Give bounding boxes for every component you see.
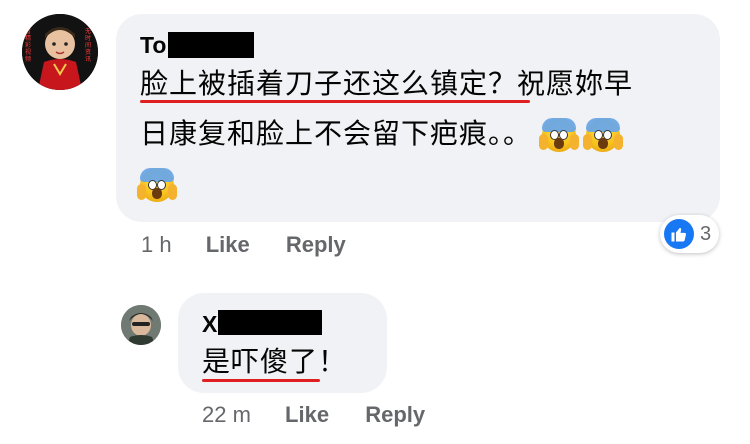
redaction-bar (218, 310, 322, 335)
comment-bubble: To 脸上被插着刀子还这么镇定？祝愿妳早 日康复和脸上不会留下疤痕。。 (116, 14, 720, 222)
reaction-count: 3 (700, 222, 712, 245)
comment-timestamp[interactable]: 1 h (141, 232, 172, 257)
avatar-banner-left: 看精彩视频 (25, 28, 32, 63)
comment-text-underlined: 脸上被插着刀子还这么镇定 (140, 67, 489, 100)
comment-text-line2: 日康复和脸上不会留下疤痕。。 (140, 117, 533, 150)
reply-text-rest: ！ (318, 345, 348, 378)
red-underline-annotation (202, 379, 320, 382)
like-button[interactable]: Like (285, 402, 329, 427)
comment-author-name[interactable]: To (140, 32, 166, 59)
avatar-banner-right: 无时间资讯 (85, 28, 92, 63)
comment-text: 脸上被插着刀子还这么镇定？祝愿妳早 日康复和脸上不会留下疤痕。。 (137, 59, 710, 209)
avatar-picture (121, 305, 161, 345)
scream-emoji-icon (137, 168, 177, 202)
replier-avatar[interactable] (121, 305, 161, 345)
comment-text-line1-rest: ？祝愿妳早 (488, 67, 634, 100)
red-underline-annotation (140, 100, 530, 103)
comment-meta-row: 1 h Like Reply (141, 232, 346, 258)
reply-meta-row: 22 m Like Reply (202, 402, 425, 428)
reply-timestamp[interactable]: 22 m (202, 402, 251, 427)
reply-author-name[interactable]: X (202, 311, 217, 338)
reaction-summary[interactable]: 3 (660, 215, 720, 253)
reply-button[interactable]: Reply (286, 232, 346, 257)
thumbs-up-icon (664, 219, 694, 249)
reply-text-underlined: 是吓傻了 (202, 345, 319, 378)
reply-bubble: X 是吓傻了！ (178, 293, 387, 393)
redaction-bar (168, 32, 254, 58)
commenter-avatar[interactable]: 看精彩视频 无时间资讯 (22, 14, 98, 90)
like-button[interactable]: Like (206, 232, 250, 257)
reply-button[interactable]: Reply (365, 402, 425, 427)
scream-emoji-icon (582, 118, 623, 152)
scream-emoji-icon (538, 118, 579, 152)
